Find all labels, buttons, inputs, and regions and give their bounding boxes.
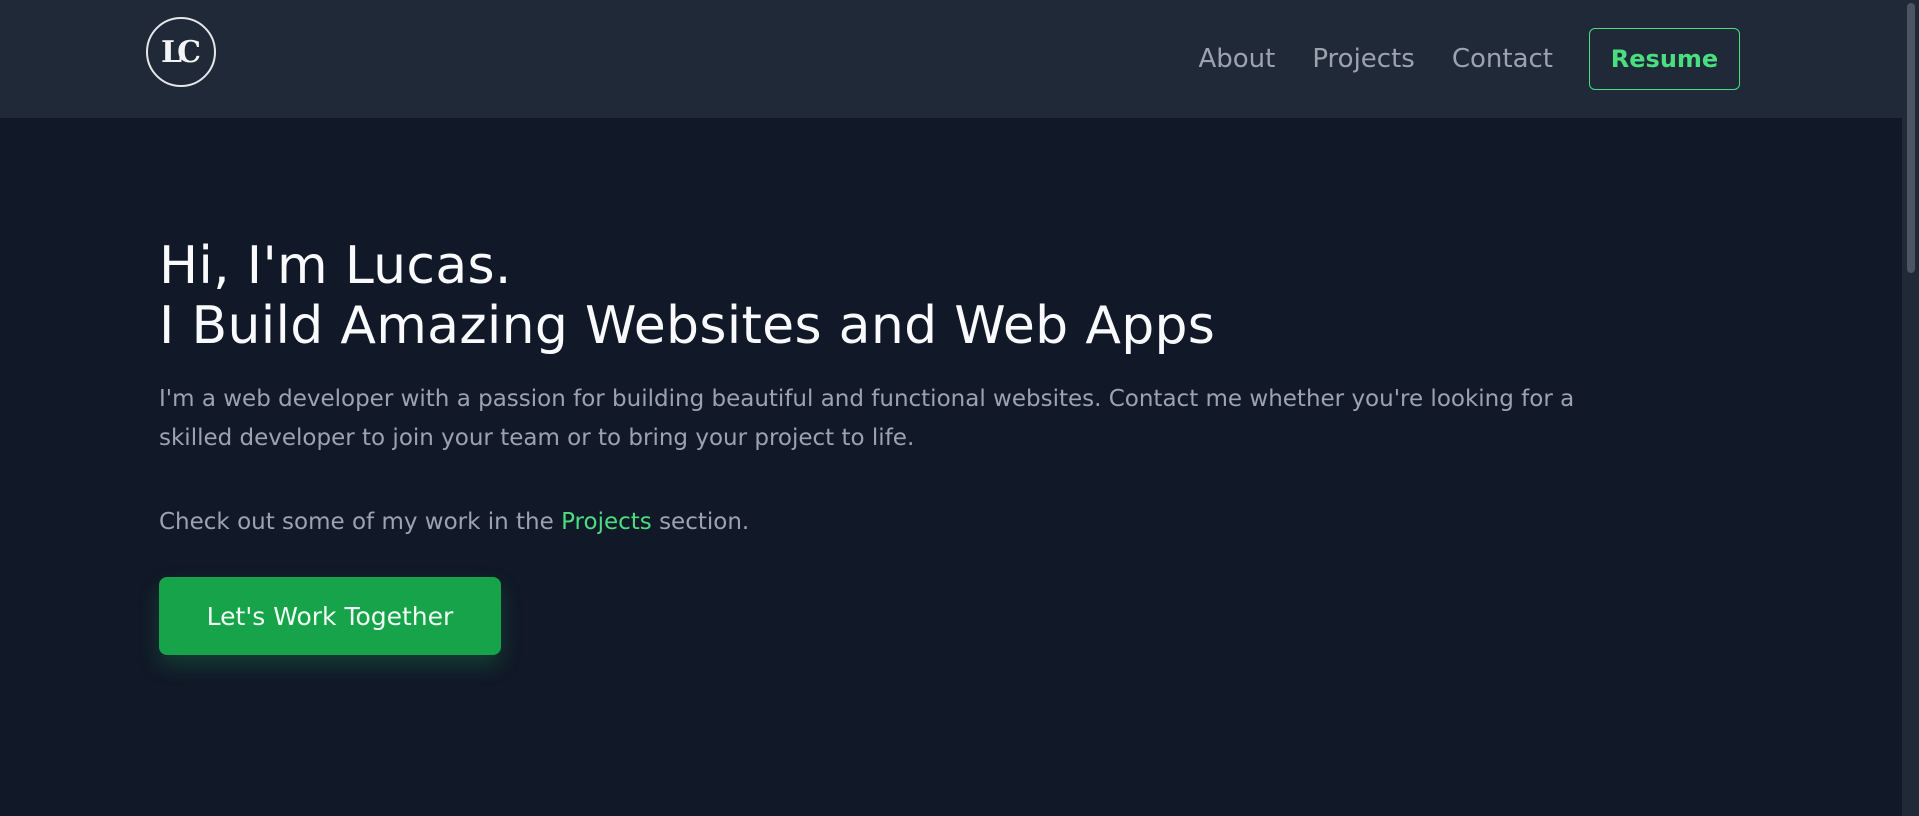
nav-link-about[interactable]: About [1198,44,1275,74]
hero-heading: Hi, I'm Lucas. I Build Amazing Websites … [159,236,1579,356]
hero-headline: I Build Amazing Websites and Web Apps [159,296,1216,356]
hero-section: Hi, I'm Lucas. I Build Amazing Websites … [159,236,1579,655]
logo[interactable]: LC [146,17,216,87]
nav-links: About Projects Contact Resume [1161,28,1740,90]
work-together-button[interactable]: Let's Work Together [159,577,501,655]
projects-callout-suffix: section. [651,509,750,535]
navbar: LC About Projects Contact Resume [0,0,1902,118]
hero-greeting: Hi, I'm Lucas. [159,236,512,296]
projects-callout-prefix: Check out some of my work in the [159,509,562,535]
nav-link-projects[interactable]: Projects [1312,44,1415,74]
hero-description: I'm a web developer with a passion for b… [159,386,1575,451]
projects-callout: Check out some of my work in the Project… [159,506,1579,538]
scrollbar[interactable] [1902,0,1919,816]
resume-button[interactable]: Resume [1589,28,1740,90]
nav-link-contact[interactable]: Contact [1452,44,1553,74]
page: LC About Projects Contact Resume Hi, I'm… [0,0,1919,816]
logo-text: LC [161,34,201,70]
projects-link[interactable]: Projects [561,509,652,535]
scrollbar-thumb[interactable] [1907,3,1915,273]
